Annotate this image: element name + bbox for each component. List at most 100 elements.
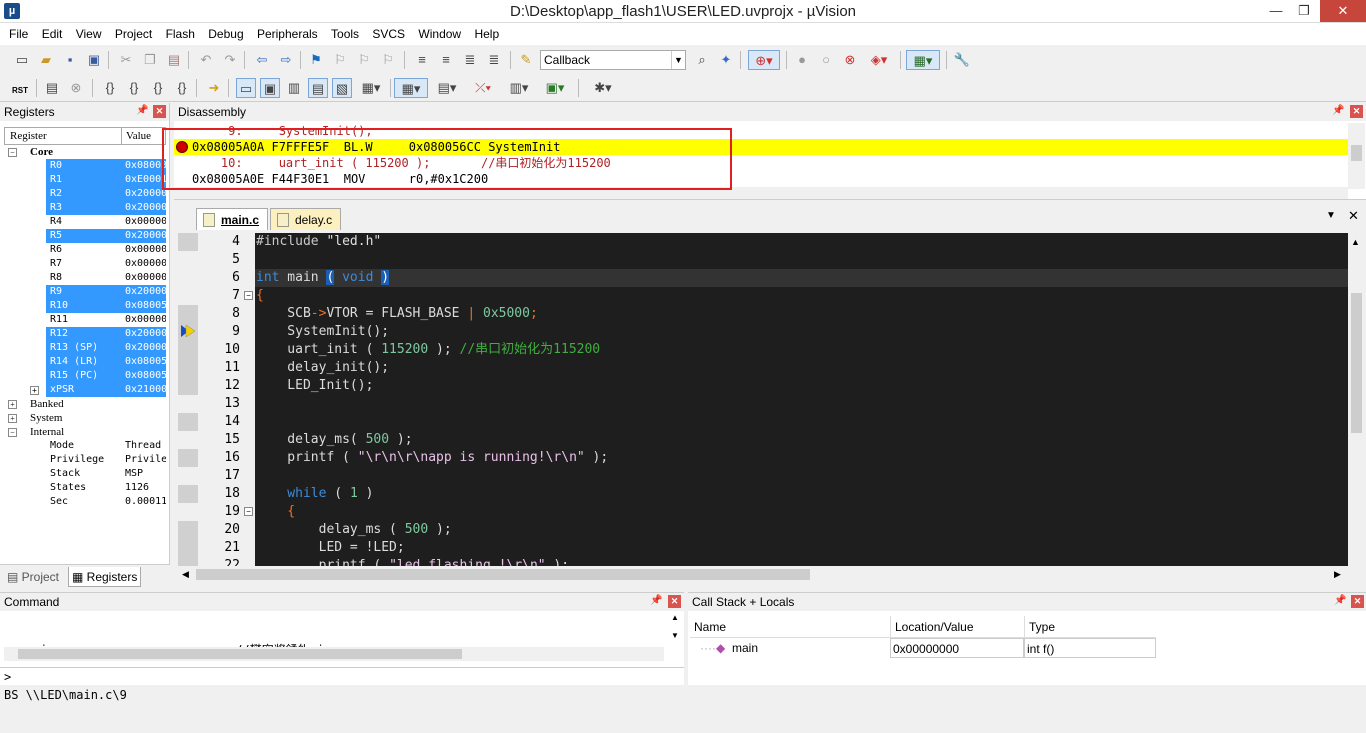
pin-icon[interactable]: 📌 <box>136 105 148 117</box>
tab-project[interactable]: ▤ Project <box>4 567 62 587</box>
editor-hscroll[interactable]: ◀ ▶ <box>178 566 1348 583</box>
internal-row[interactable]: States 1126 <box>4 481 166 495</box>
close-icon[interactable]: ✕ <box>153 105 166 118</box>
register-value[interactable]: 0x20000 <box>125 285 166 299</box>
breakpoint-icon[interactable]: ● <box>792 50 812 70</box>
tab-delay-c[interactable]: delay.c <box>270 208 342 230</box>
internal-row[interactable]: Stack MSP <box>4 467 166 481</box>
paste-icon[interactable]: ▤ <box>164 50 184 70</box>
comment-icon[interactable]: ≣ <box>460 50 480 70</box>
internal-row[interactable]: Privilege Privile <box>4 453 166 467</box>
code-editor[interactable]: 4 5 6 7 8 9 10 11 12 13 14 15 16 17 18 19 20 21 22 − − #in… <box>178 233 1348 566</box>
menu-edit[interactable]: Edit <box>37 23 68 45</box>
step-out-icon[interactable]: {} <box>148 78 168 98</box>
register-row[interactable]: R9 0x20000 <box>4 285 166 299</box>
internal-row[interactable]: Sec 0.00011 <box>4 495 166 509</box>
menu-tools[interactable]: Tools <box>326 23 364 45</box>
register-row[interactable]: R2 0x20000 <box>4 187 166 201</box>
column-type[interactable]: Type <box>1024 616 1055 638</box>
menu-svcs[interactable]: SVCS <box>367 23 410 45</box>
system-viewer-icon[interactable]: ▣▾ <box>540 78 570 98</box>
command-hscroll[interactable] <box>4 647 664 661</box>
step-into-icon[interactable]: {} <box>100 78 120 98</box>
register-value[interactable]: 0x20000 <box>125 229 166 243</box>
register-value[interactable]: 0x08003 <box>125 159 166 173</box>
editor-vscroll[interactable]: ▲ <box>1348 233 1365 566</box>
disassembly-vscroll[interactable] <box>1348 123 1365 189</box>
chevron-down-icon[interactable]: ▼ <box>671 51 685 69</box>
open-folder-icon[interactable]: ▰ <box>36 50 56 70</box>
register-row[interactable]: xPSR 0x21000 + <box>4 383 166 397</box>
tab-main-c[interactable]: main.c <box>196 208 269 230</box>
register-value[interactable]: 0x00000 <box>125 257 166 271</box>
show-next-statement-icon[interactable]: ➜ <box>204 78 224 98</box>
save-icon[interactable]: ▪ <box>60 50 80 70</box>
menu-help[interactable]: Help <box>469 23 504 45</box>
register-row[interactable]: R6 0x00000 <box>4 243 166 257</box>
uncomment-icon[interactable]: ≣ <box>484 50 504 70</box>
menu-debug[interactable]: Debug <box>203 23 248 45</box>
run-icon[interactable]: ▤ <box>42 78 62 98</box>
copy-icon[interactable]: ❐ <box>140 50 160 70</box>
nav-forward-icon[interactable]: ⇨ <box>276 50 296 70</box>
register-row[interactable]: R3 0x20000 <box>4 201 166 215</box>
incremental-find-icon[interactable]: ✦ <box>716 50 736 70</box>
find-icon[interactable]: ⌕ <box>692 50 712 70</box>
disable-breakpoint-icon[interactable]: ○ <box>816 50 836 70</box>
registers-window-icon[interactable]: ▤ <box>308 78 328 98</box>
register-value[interactable]: 0x20000 <box>125 327 166 341</box>
fold-toggle[interactable]: − <box>244 291 253 300</box>
command-input[interactable]: > <box>0 667 684 686</box>
register-value[interactable]: 0x00000 <box>125 243 166 257</box>
window-layout-icon[interactable]: ▦▾ <box>906 50 940 70</box>
command-vscroll[interactable]: ▲ ▼ <box>668 613 682 653</box>
kill-breakpoints-icon[interactable]: ⊗ <box>840 50 860 70</box>
watch-window-icon[interactable]: ▦▾ <box>356 78 386 98</box>
column-location[interactable]: Location/Value <box>890 616 974 638</box>
clear-bookmarks-icon[interactable]: ⚐ <box>378 50 398 70</box>
table-row[interactable]: ····· ◆ main 0x00000000 int f() <box>690 638 1156 658</box>
debug-session-icon[interactable]: ⊕▾ <box>748 50 780 70</box>
register-value[interactable]: 0x20000 <box>125 201 166 215</box>
bookmark-icon[interactable]: ⚑ <box>306 50 326 70</box>
fold-toggle[interactable]: − <box>244 507 253 516</box>
register-row[interactable]: R14 (LR) 0x08005 <box>4 355 166 369</box>
close-button[interactable]: ✕ <box>1320 0 1366 22</box>
register-value[interactable]: 0x08005 <box>125 369 166 383</box>
register-value[interactable]: 0x21000 <box>125 383 166 397</box>
minimize-button[interactable]: — <box>1262 0 1290 22</box>
register-row[interactable]: R15 (PC) 0x08005 <box>4 369 166 383</box>
find-combo[interactable]: Callback ▼ <box>540 50 686 70</box>
close-icon[interactable]: ✕ <box>1351 595 1364 608</box>
register-value[interactable]: 0x20000 <box>125 187 166 201</box>
tree-group-core[interactable]: − Core <box>4 145 166 159</box>
internal-row[interactable]: Mode Thread <box>4 439 166 453</box>
trace-window-icon[interactable]: ▥▾ <box>504 78 534 98</box>
memory-window-icon[interactable]: ▦▾ <box>394 78 428 98</box>
expand-icon[interactable]: + <box>30 386 39 395</box>
reset-cpu-button[interactable]: RST <box>10 78 30 98</box>
register-row[interactable]: R0 0x08003 <box>4 159 166 173</box>
register-value[interactable]: 0x08005 <box>125 355 166 369</box>
indent-icon[interactable]: ≡ <box>412 50 432 70</box>
register-row[interactable]: R8 0x00000 <box>4 271 166 285</box>
pin-icon[interactable]: 📌 <box>1332 105 1344 117</box>
register-row[interactable]: R5 0x20000 <box>4 229 166 243</box>
analysis-window-icon[interactable]: ⤫▾ <box>468 78 498 98</box>
register-value[interactable]: 0x00000 <box>125 271 166 285</box>
register-row[interactable]: R1 0xE0001 <box>4 173 166 187</box>
menu-file[interactable]: File <box>4 23 33 45</box>
register-row[interactable]: R7 0x00000 <box>4 257 166 271</box>
call-stack-window-icon[interactable]: ▧ <box>332 78 352 98</box>
symbols-window-icon[interactable]: ▥ <box>284 78 304 98</box>
tree-group-internal[interactable]: − Internal <box>4 425 166 439</box>
close-icon[interactable]: ✕ <box>1348 208 1359 224</box>
pin-icon[interactable]: 📌 <box>650 595 662 607</box>
register-row[interactable]: R12 0x20000 <box>4 327 166 341</box>
register-value[interactable]: 0x08005 <box>125 299 166 313</box>
serial-window-icon[interactable]: ▤▾ <box>432 78 462 98</box>
column-name[interactable]: Name <box>694 616 726 638</box>
redo-icon[interactable]: ↷ <box>220 50 240 70</box>
close-icon[interactable]: ✕ <box>1350 105 1363 118</box>
save-all-icon[interactable]: ▣ <box>84 50 104 70</box>
